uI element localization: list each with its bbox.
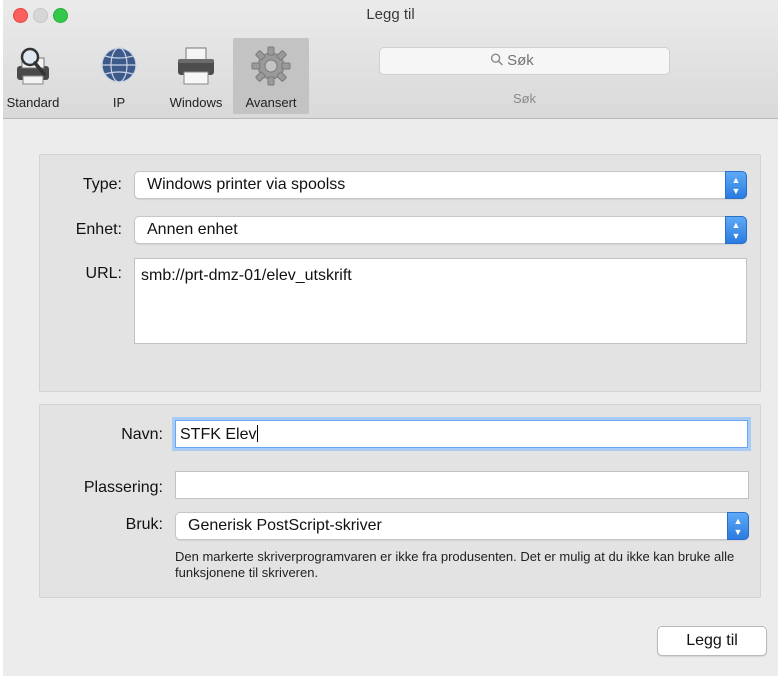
toolbar-item-label: Standard	[6, 95, 60, 110]
url-value: smb://prt-dmz-01/elev_utskrift	[141, 267, 352, 284]
window-title: Legg til	[366, 6, 415, 23]
search-caption: Søk	[512, 91, 537, 106]
chevron-updown-icon: ▲ ▼	[727, 512, 749, 540]
device-popup[interactable]: Annen enhet ▲ ▼	[134, 216, 747, 244]
toolbar-item-label: IP	[112, 95, 126, 110]
toolbar-item-ip[interactable]: IP	[97, 38, 141, 114]
type-value: Windows printer via spoolss	[147, 176, 346, 193]
driver-value: Generisk PostScript-skriver	[188, 517, 382, 534]
driver-popup[interactable]: Generisk PostScript-skriver ▲ ▼	[175, 512, 749, 540]
location-label: Plassering:	[83, 479, 163, 496]
search-input[interactable]	[507, 52, 560, 69]
toolbar-item-windows[interactable]: Windows	[163, 38, 229, 114]
toolbar-item-label: Windows	[169, 95, 223, 110]
name-field[interactable]: STFK Elev	[175, 420, 748, 448]
driver-warning-note: Den markerte skriverprogramvaren er ikke…	[175, 549, 735, 580]
text-caret	[257, 425, 259, 442]
chevron-updown-icon: ▲ ▼	[725, 171, 747, 199]
add-button[interactable]: Legg til	[657, 626, 767, 656]
url-field[interactable]: smb://prt-dmz-01/elev_utskrift	[134, 258, 747, 344]
use-label: Bruk:	[125, 516, 163, 533]
name-label: Navn:	[121, 426, 163, 443]
device-value: Annen enhet	[147, 221, 238, 238]
chevron-updown-icon: ▲ ▼	[725, 216, 747, 244]
add-printer-window: Legg til Standard IP Windows Avansert Sø…	[3, 0, 778, 676]
type-popup[interactable]: Windows printer via spoolss ▲ ▼	[134, 171, 747, 199]
toolbar-item-avansert[interactable]: Avansert	[233, 38, 309, 114]
url-label: URL:	[85, 265, 122, 282]
printer-icon	[178, 47, 214, 85]
globe-icon	[101, 47, 137, 83]
location-field[interactable]	[175, 471, 749, 499]
toolbar: Legg til Standard IP Windows Avansert Sø…	[3, 0, 778, 119]
toolbar-item-label: Avansert	[245, 95, 297, 110]
search-field[interactable]	[379, 47, 670, 75]
type-label: Type:	[82, 176, 122, 193]
search-icon	[490, 53, 503, 66]
standard-printer-icon	[17, 47, 49, 85]
gear-icon	[251, 46, 291, 86]
toolbar-item-standard[interactable]: Standard	[3, 38, 63, 114]
device-label: Enhet:	[75, 221, 122, 238]
name-value: STFK Elev	[180, 426, 257, 443]
